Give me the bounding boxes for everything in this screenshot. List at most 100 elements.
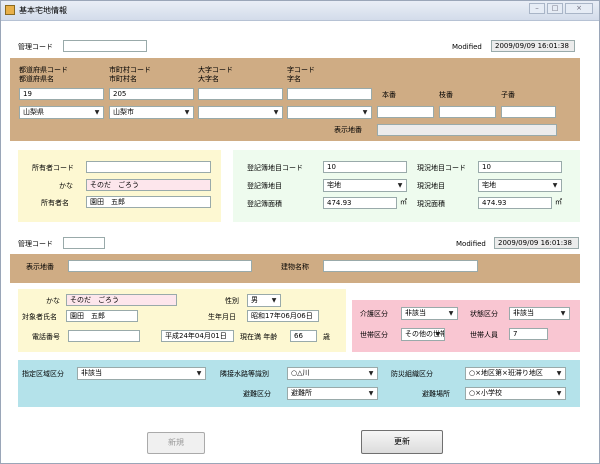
rinsetsu-label: 隣接水路等識別 <box>220 370 269 378</box>
pref-select[interactable]: 山梨県 ▼ <box>19 106 104 119</box>
chevron-down-icon: ▼ <box>368 370 374 377</box>
chevron-down-icon: ▼ <box>560 310 566 317</box>
modified-value: 2009/09/09 16:01:38 <box>491 40 575 52</box>
owner-kana-input[interactable]: そのだ ごろう <box>86 179 211 191</box>
chevron-down-icon: ▼ <box>448 310 454 317</box>
setai-label: 世帯区分 <box>360 331 388 339</box>
chevron-down-icon: ▼ <box>435 331 441 338</box>
birth-input[interactable]: 昭和17年06月06日 <box>247 310 319 322</box>
asof-date[interactable]: 平成24年04月01日 <box>161 330 234 342</box>
kanri-code-input-2[interactable] <box>63 237 105 249</box>
kanri-code-label-2: 管理コード <box>18 240 53 248</box>
koban-input[interactable] <box>501 106 556 118</box>
hinan-basho-select-value: ○×小学校 <box>469 389 502 397</box>
kaigo-label: 介護区分 <box>360 310 388 318</box>
hinan-basho-select[interactable]: ○×小学校 ▼ <box>465 387 566 400</box>
city-select-value: 山梨市 <box>113 108 134 116</box>
genkyo-code-input[interactable]: 10 <box>478 161 562 173</box>
address-panel: 都道府県コード 都道府県名 市町村コード 市町村名 大字コード 大字名 字コード… <box>10 58 580 141</box>
touki-area-label: 登記簿面積 <box>247 200 282 208</box>
window-title: 基本宅地情報 <box>19 6 67 15</box>
shitei-label: 指定区域区分 <box>22 370 64 378</box>
tatemono-input[interactable] <box>323 260 478 272</box>
land-panel: 登記簿地目コード 10 登記簿地目 宅地 ▼ 登記簿面積 474.93 ㎡ 現況地… <box>233 150 580 222</box>
bousai-select[interactable]: ○×地区第×班滞り地区 ▼ <box>465 367 566 380</box>
birth-label: 生年月日 <box>208 313 236 321</box>
hyoji-chiban-value <box>377 124 557 136</box>
edaban-input[interactable] <box>439 106 496 118</box>
genkyo-select[interactable]: 宅地 ▼ <box>478 179 562 192</box>
ooaza-select[interactable]: ▼ <box>198 106 283 119</box>
genkyo-code-label: 現況地目コード <box>417 164 466 172</box>
app-icon <box>5 5 15 15</box>
touki-area-unit: ㎡ <box>400 198 407 206</box>
genkyo-area-label: 現況面積 <box>417 200 445 208</box>
jotai-label: 状態区分 <box>470 310 498 318</box>
hyoji-chiban-input-2[interactable] <box>68 260 252 272</box>
edaban-label: 枝番 <box>439 91 453 99</box>
chevron-down-icon: ▼ <box>94 109 100 116</box>
chevron-down-icon: ▼ <box>397 182 403 189</box>
chevron-down-icon: ▼ <box>273 109 279 116</box>
setai-num-input[interactable]: 7 <box>509 328 548 340</box>
hinan-basho-label: 避難場所 <box>422 390 450 398</box>
jotai-select[interactable]: 非該当 ▼ <box>509 307 570 320</box>
close-button[interactable]: × <box>565 3 593 14</box>
jotai-select-value: 非該当 <box>513 309 534 317</box>
rinsetsu-select[interactable]: ○△川 ▼ <box>287 367 378 380</box>
aza-select[interactable]: ▼ <box>287 106 372 119</box>
city-select[interactable]: 山梨市 ▼ <box>109 106 194 119</box>
touki-select[interactable]: 宅地 ▼ <box>323 179 407 192</box>
age-label: 現在満 年齢 <box>240 333 278 341</box>
ooaza-code-label: 大字コード <box>198 66 233 74</box>
age-unit: 歳 <box>323 333 330 341</box>
new-button[interactable]: 新規 <box>147 432 205 454</box>
owner-panel: 所有者コード かな そのだ ごろう 所有者名 園田 五郎 <box>18 150 221 222</box>
aza-name-label: 字名 <box>287 75 301 83</box>
ooaza-code-input[interactable] <box>198 88 283 100</box>
rinsetsu-select-value: ○△川 <box>291 369 310 377</box>
setai-select[interactable]: その他の世帯 ▼ <box>401 328 445 341</box>
kaigo-select-value: 非該当 <box>405 309 426 317</box>
kaigo-select[interactable]: 非該当 ▼ <box>401 307 458 320</box>
shitei-select-value: 非該当 <box>81 369 102 377</box>
touki-code-input[interactable]: 10 <box>323 161 407 173</box>
building-panel: 表示地番 建物名称 <box>10 254 580 283</box>
chevron-down-icon: ▼ <box>362 109 368 116</box>
chevron-down-icon: ▼ <box>556 390 562 397</box>
age-input[interactable]: 66 <box>290 330 317 342</box>
hinan-kubun-select-value: 避難所 <box>291 389 312 397</box>
hinan-kubun-label: 避難区分 <box>243 390 271 398</box>
owner-code-input[interactable] <box>86 161 211 173</box>
minimize-button[interactable]: – <box>529 3 545 14</box>
chevron-down-icon: ▼ <box>556 370 562 377</box>
shitei-select[interactable]: 非該当 ▼ <box>77 367 206 380</box>
bousai-label: 防災組織区分 <box>391 370 433 378</box>
kanri-code-input[interactable] <box>63 40 147 52</box>
aza-code-input[interactable] <box>287 88 372 100</box>
sex-select[interactable]: 男 ▼ <box>247 294 281 307</box>
hinan-kubun-select[interactable]: 避難所 ▼ <box>287 387 378 400</box>
aza-code-label: 字コード <box>287 66 315 74</box>
owner-kana-label: かな <box>59 182 73 190</box>
care-panel: 介護区分 非該当 ▼ 状態区分 非該当 ▼ 世帯区分 その他の世帯 ▼ 世帯人員 7 <box>352 300 580 352</box>
genkyo-area-unit: ㎡ <box>555 198 562 206</box>
genkyo-area-input[interactable]: 474.93 <box>478 197 552 209</box>
pref-code-input[interactable]: 19 <box>19 88 104 100</box>
owner-code-label: 所有者コード <box>32 164 74 172</box>
person-kana-input[interactable]: そのだ ごろう <box>66 294 177 306</box>
pref-code-label: 都道府県コード <box>19 66 68 74</box>
owner-name-input[interactable]: 園田 五郎 <box>86 196 211 208</box>
honban-input[interactable] <box>377 106 434 118</box>
pref-name-label: 都道府県名 <box>19 75 54 83</box>
maximize-button[interactable]: □ <box>547 3 563 14</box>
koban-label: 子番 <box>501 91 515 99</box>
update-button[interactable]: 更新 <box>361 430 443 454</box>
chevron-down-icon: ▼ <box>196 370 202 377</box>
person-name-input[interactable]: 園田 五郎 <box>66 310 138 322</box>
title-bar: 基本宅地情報 – □ × <box>1 1 599 21</box>
city-code-input[interactable]: 205 <box>109 88 194 100</box>
tel-input[interactable] <box>68 330 140 342</box>
touki-area-input[interactable]: 474.93 <box>323 197 397 209</box>
touki-select-value: 宅地 <box>327 181 341 189</box>
